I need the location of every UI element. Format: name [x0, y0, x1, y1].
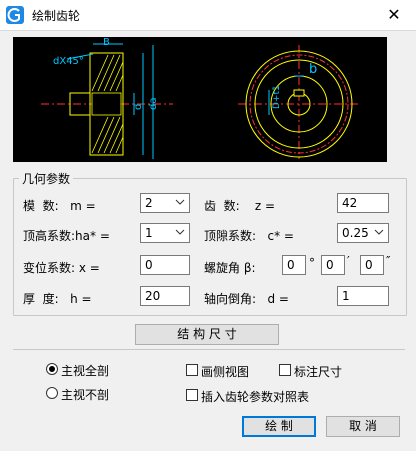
main-no-section-label: 主视不剖 — [61, 388, 110, 402]
title-bar: 绘制齿轮 ✕ — [0, 0, 416, 31]
insert-param-table-checkbox[interactable] — [186, 389, 198, 401]
structure-dimensions-button[interactable]: 结 构 尺 寸 — [135, 324, 279, 345]
helix-min-unit: ′ — [347, 254, 350, 268]
tip-da-label: da — [148, 98, 159, 110]
helix-deg-value: 0 — [287, 258, 295, 272]
front-view — [238, 45, 358, 159]
divider — [13, 349, 405, 350]
chevron-down-icon — [374, 229, 384, 235]
helix-label: 螺旋角 β: — [204, 261, 256, 275]
teeth-value: 42 — [342, 196, 358, 210]
clearance-select[interactable]: 0.25 — [337, 223, 389, 243]
teeth-label: 齿 数: z = — [204, 199, 276, 213]
addendum-select[interactable]: 1 — [140, 223, 190, 243]
helix-min-input[interactable]: 0 — [321, 255, 345, 275]
hub-dt-label: D+t1 — [272, 85, 282, 109]
window-title: 绘制齿轮 — [32, 9, 81, 23]
width-b-label: B — [103, 37, 110, 48]
chamfer-param-label: 轴向倒角: d = — [204, 292, 289, 306]
draw-side-view-checkbox[interactable] — [186, 364, 198, 376]
module-label: 模 数: m = — [23, 199, 96, 213]
clearance-value: 0.25 — [342, 226, 369, 240]
gear-preview: B dX45° d da b D+t1 — [13, 37, 387, 162]
shift-input[interactable]: 0 — [140, 255, 190, 275]
module-value: 2 — [145, 196, 153, 210]
draw-side-view-label: 画侧视图 — [201, 365, 250, 379]
cancel-button[interactable]: 取 消 — [326, 416, 400, 437]
chevron-down-icon — [175, 199, 185, 205]
close-icon[interactable]: ✕ — [372, 0, 416, 30]
shift-label: 变位系数: x = — [23, 261, 100, 275]
main-full-section-radio[interactable] — [46, 363, 58, 375]
mark-dimensions-label: 标注尺寸 — [294, 365, 343, 379]
chevron-down-icon — [175, 229, 185, 235]
app-logo-icon — [6, 6, 24, 24]
clearance-label: 顶隙系数: c* = — [204, 229, 294, 243]
addendum-label: 顶高系数:ha* = — [23, 229, 110, 243]
insert-param-table-label: 插入齿轮参数对照表 — [201, 390, 310, 404]
mark-dimensions-checkbox[interactable] — [279, 364, 291, 376]
helix-sec-value: 0 — [365, 258, 373, 272]
draw-button[interactable]: 绘 制 — [242, 416, 316, 437]
teeth-input[interactable]: 42 — [337, 193, 389, 213]
main-full-section-label: 主视全剖 — [61, 364, 110, 378]
chamfer-value: 1 — [342, 289, 350, 303]
module-select[interactable]: 2 — [140, 193, 190, 213]
geometry-group-title: 几何参数 — [19, 170, 74, 187]
chamfer-input[interactable]: 1 — [337, 286, 389, 306]
helix-deg-unit: ° — [309, 256, 315, 270]
helix-min-value: 0 — [326, 258, 334, 272]
chamfer-label: dX45° — [53, 56, 84, 67]
shift-value: 0 — [145, 258, 153, 272]
main-no-section-radio[interactable] — [46, 387, 58, 399]
helix-deg-input[interactable]: 0 — [282, 255, 306, 275]
bore-d-label: d — [133, 104, 144, 110]
thickness-value: 20 — [145, 289, 161, 303]
helix-sec-input[interactable]: 0 — [360, 255, 384, 275]
thickness-input[interactable]: 20 — [140, 286, 190, 306]
thickness-label: 厚 度: h = — [23, 292, 92, 306]
helix-sec-unit: ″ — [386, 254, 391, 268]
keyway-b-label: b — [309, 62, 317, 77]
addendum-value: 1 — [145, 226, 153, 240]
